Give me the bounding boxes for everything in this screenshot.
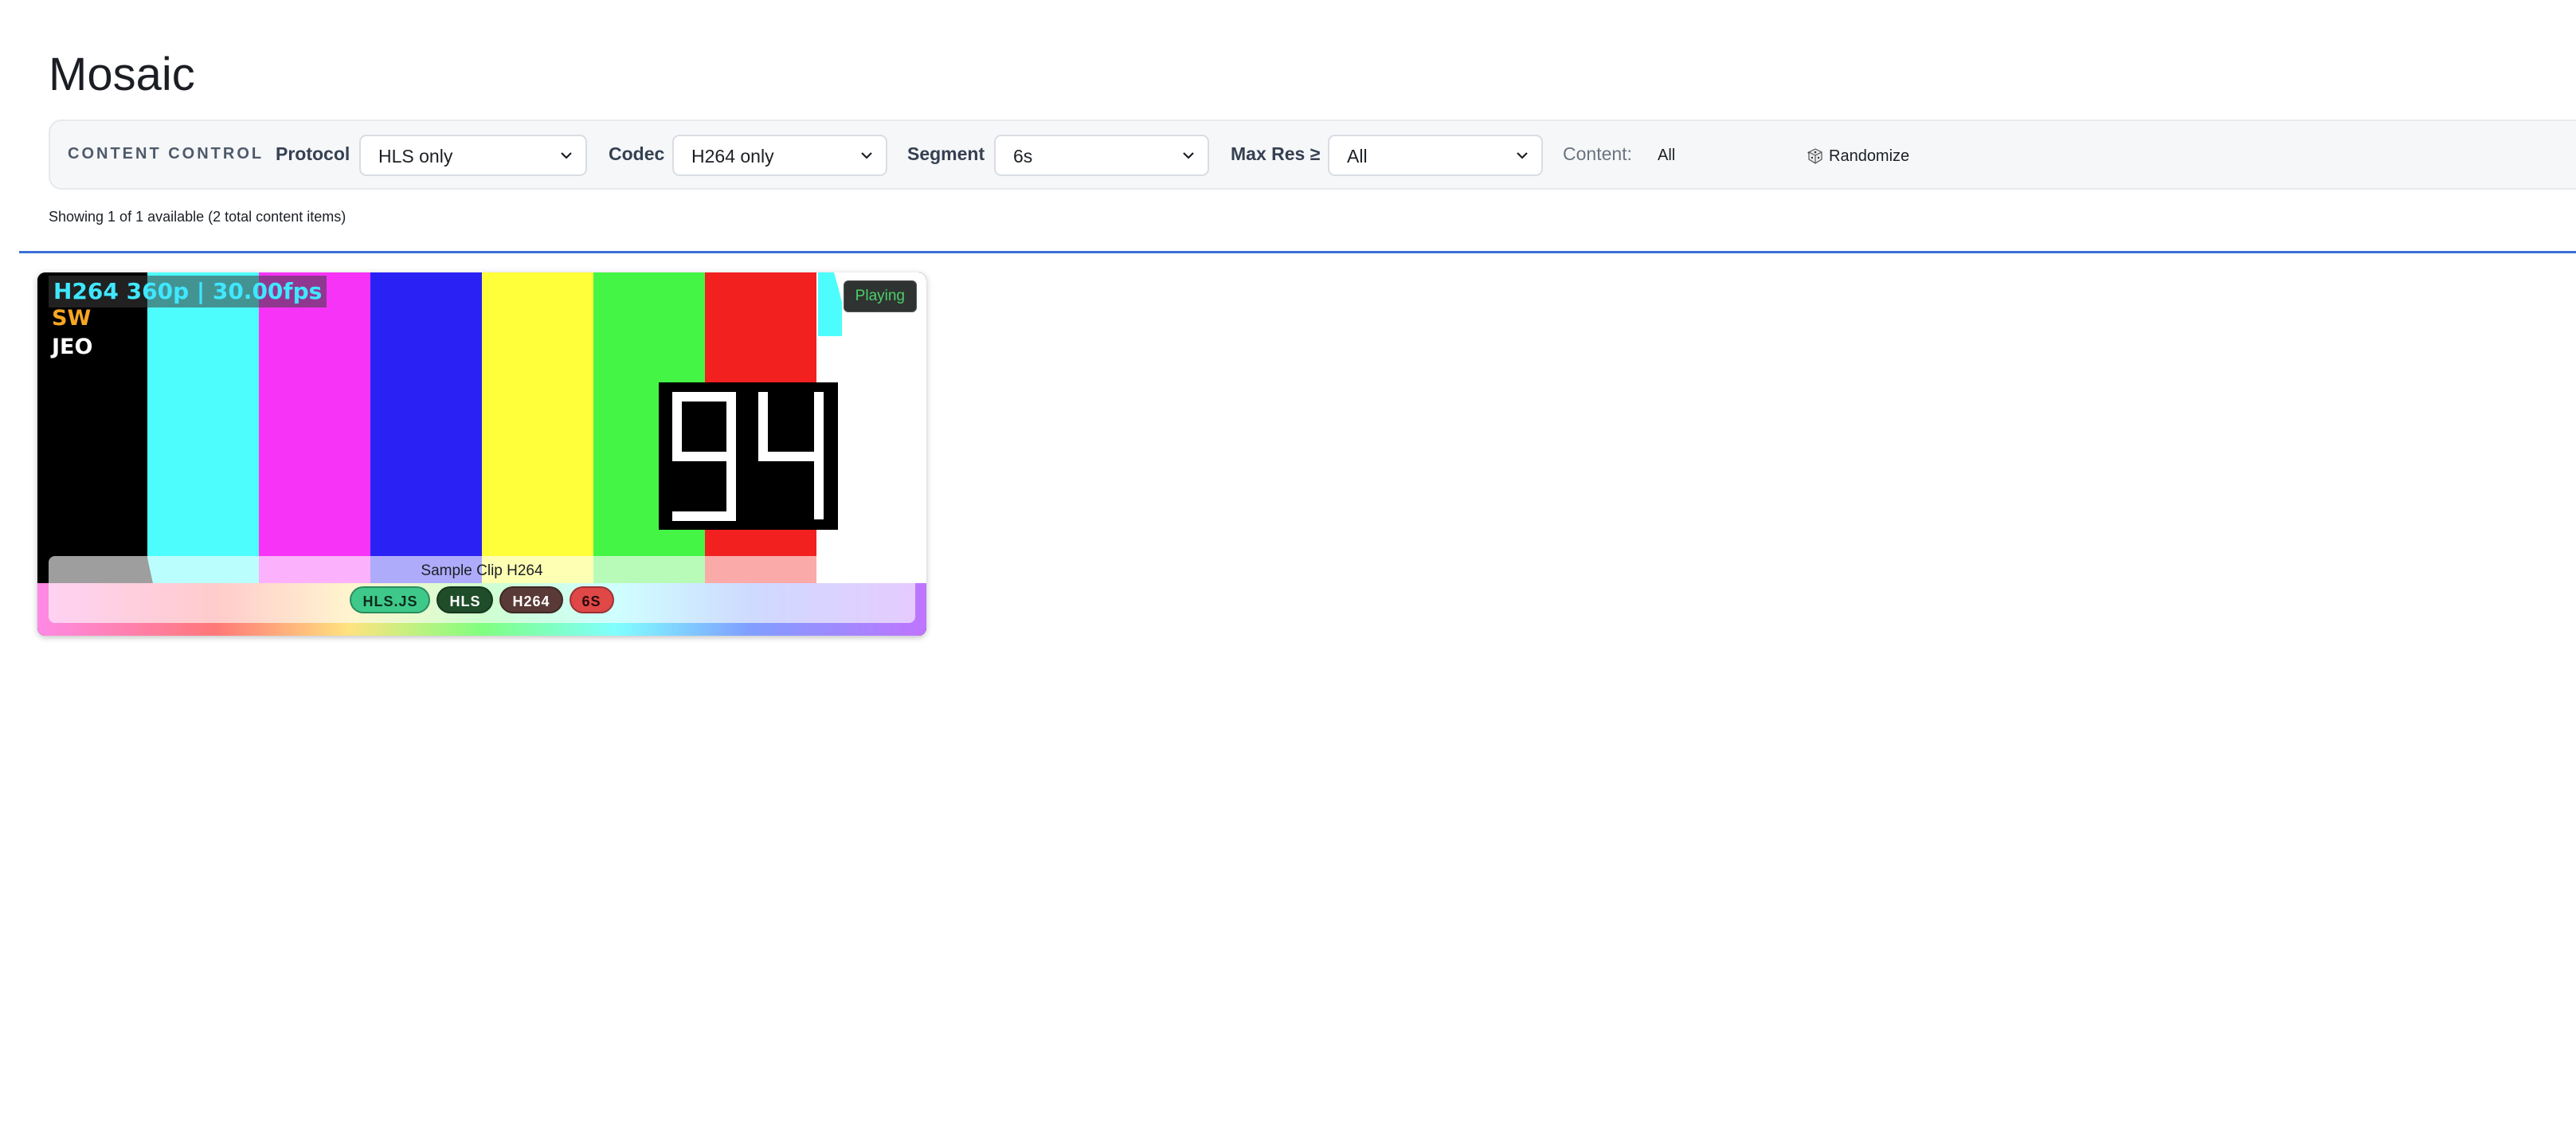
chevron-down-icon bbox=[861, 152, 872, 159]
video-overlay-decoder: SW bbox=[52, 306, 92, 331]
content-control-bar: CONTENT CONTROL Protocol HLS only Codec … bbox=[49, 119, 2576, 190]
tag-player: HLS.JS bbox=[350, 586, 431, 613]
max-res-select-value: All bbox=[1347, 146, 1368, 166]
content-control-label: CONTENT CONTROL bbox=[68, 145, 264, 163]
protocol-label: Protocol bbox=[276, 143, 350, 164]
randomize-button[interactable]: Randomize bbox=[1807, 140, 1909, 172]
clip-title: Sample Clip H264 bbox=[421, 562, 543, 579]
video-overlay-codec-info: H264 360p | 30.00fps bbox=[49, 276, 327, 308]
codec-select[interactable]: H264 only bbox=[672, 135, 887, 176]
tag-protocol: HLS bbox=[437, 586, 494, 613]
dice-icon bbox=[1808, 148, 1822, 164]
tag-list: HLS.JS HLS H264 6S bbox=[49, 586, 915, 613]
content-select-value: All bbox=[1658, 147, 1676, 164]
randomize-label: Randomize bbox=[1829, 147, 1910, 165]
segment-select[interactable]: 6s bbox=[994, 135, 1209, 176]
chevron-down-icon bbox=[1517, 152, 1528, 159]
protocol-select[interactable]: HLS only bbox=[359, 135, 587, 176]
max-res-label: Max Res ≥ bbox=[1231, 143, 1321, 164]
video-overlay-label: JEO bbox=[52, 335, 93, 359]
video-tile[interactable]: H264 360p | 30.00fps SW JEO Playing Samp… bbox=[37, 272, 926, 636]
content-status-text: Showing 1 of 1 available (2 total conten… bbox=[49, 209, 346, 225]
page: Mosaic CONTENT CONTROL Protocol HLS only… bbox=[0, 0, 2576, 1136]
content-select[interactable]: All bbox=[1646, 139, 1829, 172]
protocol-select-value: HLS only bbox=[378, 146, 453, 166]
chevron-down-icon bbox=[561, 152, 572, 159]
codec-select-value: H264 only bbox=[691, 146, 774, 166]
segment-select-value: 6s bbox=[1013, 146, 1033, 166]
segment-label: Segment bbox=[907, 143, 985, 164]
tile-info-panel: Sample Clip H264 HLS.JS HLS H264 6S bbox=[49, 556, 915, 623]
max-res-select[interactable]: All bbox=[1328, 135, 1543, 176]
page-title: Mosaic bbox=[49, 49, 195, 100]
tag-segment: 6S bbox=[569, 586, 614, 613]
tag-codec: H264 bbox=[499, 586, 563, 613]
codec-label: Codec bbox=[609, 143, 665, 164]
chevron-down-icon bbox=[1183, 152, 1194, 159]
playing-status-badge: Playing bbox=[843, 280, 917, 312]
divider bbox=[19, 251, 2576, 253]
content-label: Content: bbox=[1563, 143, 1632, 164]
